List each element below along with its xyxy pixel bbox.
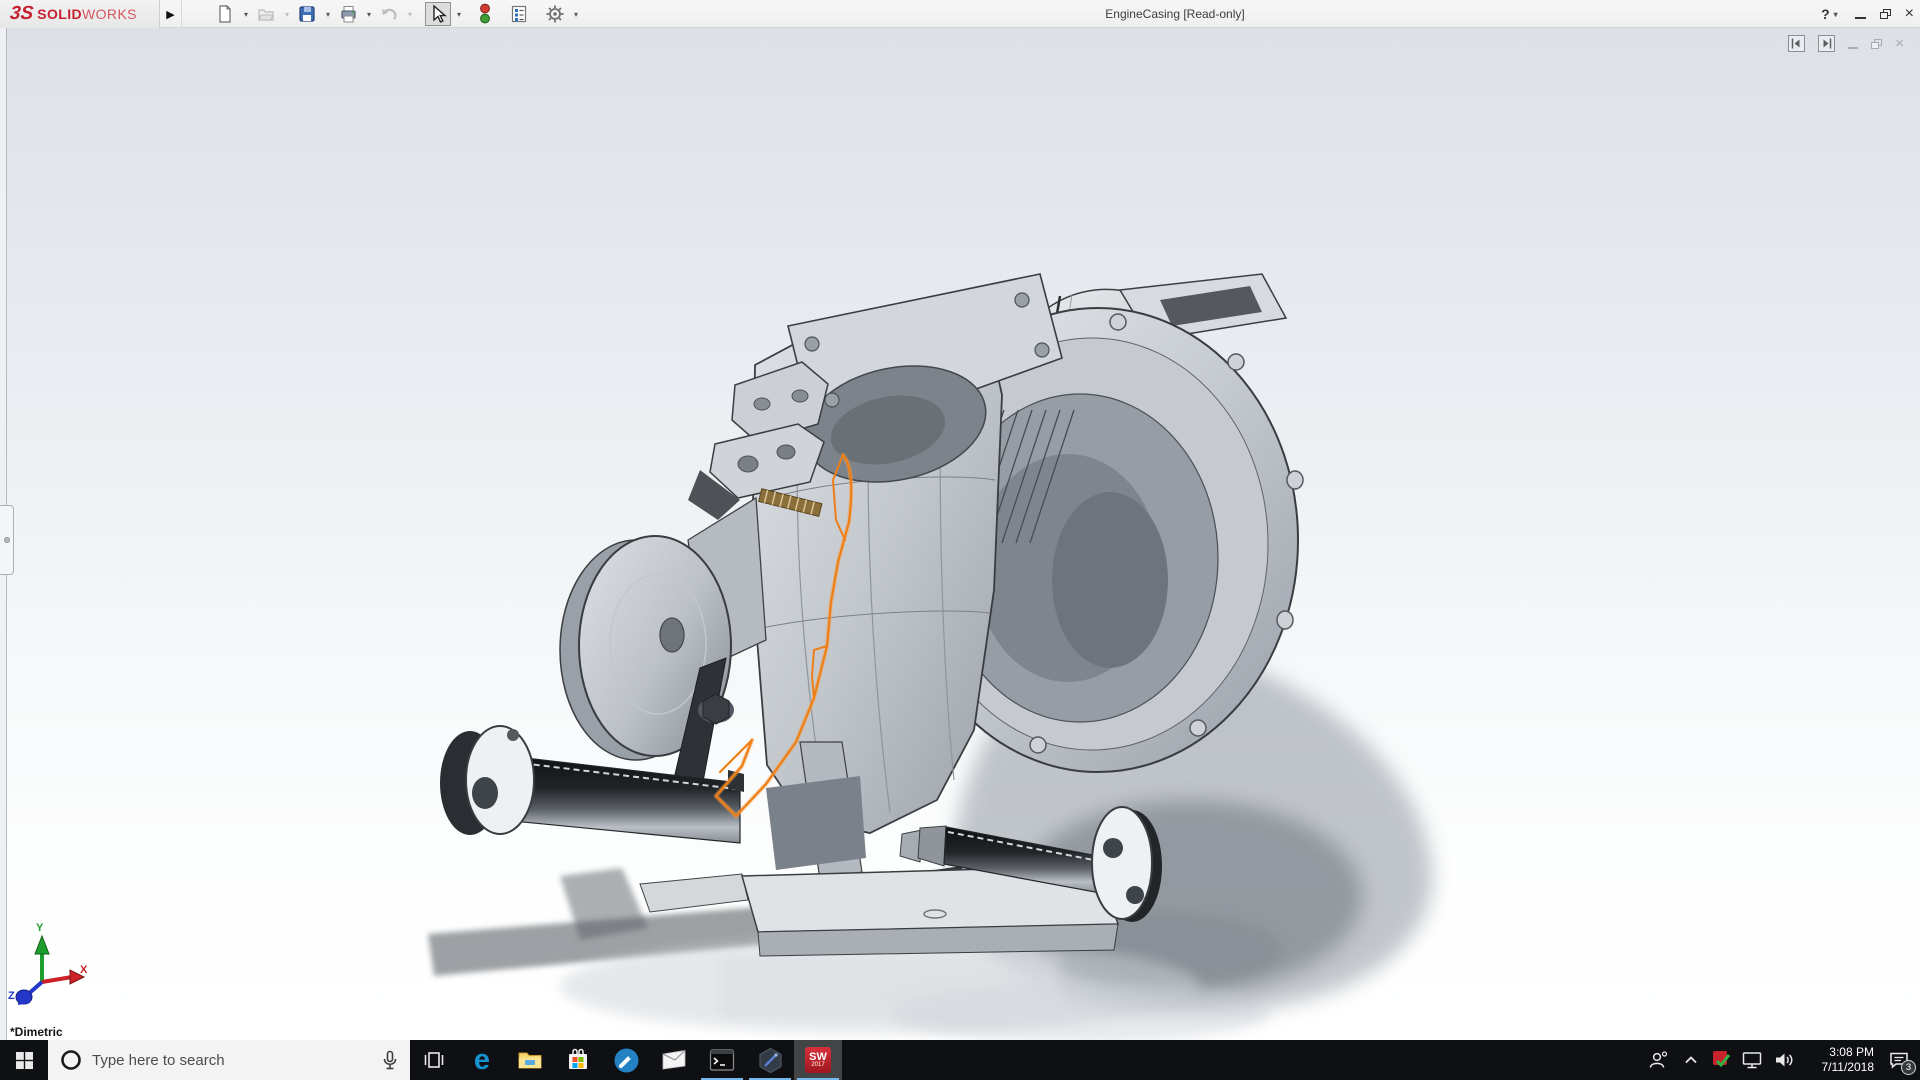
wrench-circle-icon: [613, 1047, 640, 1074]
taskbar-app-file-explorer[interactable]: [506, 1040, 554, 1080]
microphone-icon[interactable]: [380, 1049, 400, 1071]
taskbar-app-hexagon[interactable]: [746, 1040, 794, 1080]
clock-time: 3:08 PM: [1829, 1045, 1874, 1060]
pane-left-button[interactable]: [1788, 35, 1805, 52]
rebuild-button[interactable]: [474, 2, 496, 26]
feature-manager-collapse-tab[interactable]: [0, 505, 14, 575]
hexagon-app-icon: [757, 1047, 784, 1074]
taskbar-app-store[interactable]: [554, 1040, 602, 1080]
quick-access-toolbar: ▾ ▾ ▾ ▾: [212, 0, 581, 28]
undo-dropdown-caret: ▾: [405, 10, 415, 19]
help-dropdown-caret[interactable]: ▾: [1831, 10, 1841, 19]
open-button: [253, 2, 279, 26]
solidworks-logo: 3S SOLID WORKS: [0, 0, 160, 28]
help-button[interactable]: ? ▾: [1821, 6, 1841, 22]
system-tray: 3:08 PM 7/11/2018 3: [1640, 1040, 1920, 1080]
axis-x-label: X: [80, 964, 87, 976]
file-properties-icon: [509, 4, 529, 24]
restore-front-square: [1880, 12, 1888, 19]
engine-casing-model[interactable]: [0, 28, 1920, 1040]
pane-right-icon: [1820, 37, 1833, 50]
taskbar-app-edge[interactable]: e: [458, 1040, 506, 1080]
save-button[interactable]: [294, 2, 320, 26]
new-document-button[interactable]: [212, 2, 238, 26]
people-button[interactable]: [1640, 1040, 1676, 1080]
taskbar-search-box[interactable]: [48, 1040, 410, 1080]
file-properties-button[interactable]: [506, 2, 532, 26]
select-tool-button[interactable]: [425, 2, 451, 26]
save-icon: [297, 4, 317, 24]
windows-taskbar: e: [0, 1040, 1920, 1080]
print-icon: [338, 4, 358, 24]
cortana-icon: [60, 1049, 82, 1071]
solidworks-monitor-tray-button[interactable]: [1706, 1040, 1736, 1080]
undo-icon: [379, 4, 399, 24]
open-icon: [256, 4, 276, 24]
doc-restore-front-square: [1871, 42, 1879, 49]
taskbar-app-mail[interactable]: [650, 1040, 698, 1080]
menu-expand-button[interactable]: ▶: [160, 0, 182, 28]
solidworks-check-icon: [1711, 1050, 1731, 1070]
rebuild-traffic-light-icon: [477, 3, 493, 25]
microsoft-store-icon: [565, 1047, 591, 1073]
brand-3s-glyph: 3S: [9, 3, 35, 25]
view-orientation-label: *Dimetric: [10, 1025, 63, 1039]
axis-y-label: Y: [36, 922, 43, 934]
select-cursor-icon: [428, 4, 448, 24]
orientation-triad: Y X Z: [8, 926, 94, 1010]
undo-button: [376, 2, 402, 26]
document-minimize-button: [1848, 47, 1858, 49]
pane-right-button[interactable]: [1818, 35, 1835, 52]
save-dropdown-caret[interactable]: ▾: [323, 10, 333, 19]
task-view-button[interactable]: [410, 1040, 458, 1080]
search-input[interactable]: [92, 1052, 370, 1069]
new-dropdown-caret[interactable]: ▾: [241, 10, 251, 19]
mail-icon: [661, 1048, 687, 1072]
restore-button[interactable]: [1880, 9, 1891, 19]
select-dropdown-caret[interactable]: ▾: [454, 10, 464, 19]
edge-icon: e: [474, 1046, 490, 1074]
taskbar-app-solidworks[interactable]: SW 2017: [794, 1040, 842, 1080]
new-document-icon: [215, 4, 235, 24]
command-prompt-icon: [709, 1048, 735, 1072]
axis-z-label: Z: [8, 990, 15, 1002]
close-button[interactable]: ×: [1905, 7, 1914, 21]
solidworks-app-icon: SW 2017: [805, 1047, 831, 1073]
clock-date: 7/11/2018: [1822, 1060, 1875, 1075]
splitter-dot: [4, 537, 10, 543]
notification-badge: 3: [1901, 1060, 1916, 1075]
hidden-icons-chevron-button[interactable]: [1676, 1040, 1706, 1080]
file-explorer-icon: [517, 1047, 543, 1073]
document-close-button: ×: [1895, 38, 1904, 50]
start-button[interactable]: [0, 1040, 48, 1080]
open-dropdown-caret: ▾: [282, 10, 292, 19]
network-tray-button[interactable]: [1736, 1040, 1768, 1080]
taskbar-app-support-tool[interactable]: [602, 1040, 650, 1080]
speaker-icon: [1773, 1049, 1795, 1071]
network-icon: [1741, 1049, 1763, 1071]
document-restore-button: [1871, 39, 1882, 49]
window-controls: ? ▾ ×: [1821, 0, 1914, 28]
task-view-icon: [423, 1049, 445, 1071]
print-dropdown-caret[interactable]: ▾: [364, 10, 374, 19]
taskbar-app-command-prompt[interactable]: [698, 1040, 746, 1080]
title-bar: 3S SOLID WORKS ▶ ▾ ▾ ▾: [0, 0, 1920, 28]
minimize-button[interactable]: [1855, 17, 1866, 19]
graphics-viewport[interactable]: × Y X Z *Dimetric: [0, 28, 1920, 1040]
windows-logo-icon: [16, 1052, 33, 1069]
pane-left-icon: [1790, 37, 1803, 50]
volume-tray-button[interactable]: [1768, 1040, 1800, 1080]
document-window-controls: ×: [1788, 35, 1904, 52]
chevron-up-icon: [1683, 1052, 1699, 1068]
action-center-button[interactable]: 3: [1878, 1040, 1920, 1080]
taskbar-clock[interactable]: 3:08 PM 7/11/2018: [1800, 1045, 1878, 1075]
window-title: EngineCasing [Read-only]: [560, 0, 1790, 28]
print-button[interactable]: [335, 2, 361, 26]
people-icon: [1647, 1049, 1669, 1071]
